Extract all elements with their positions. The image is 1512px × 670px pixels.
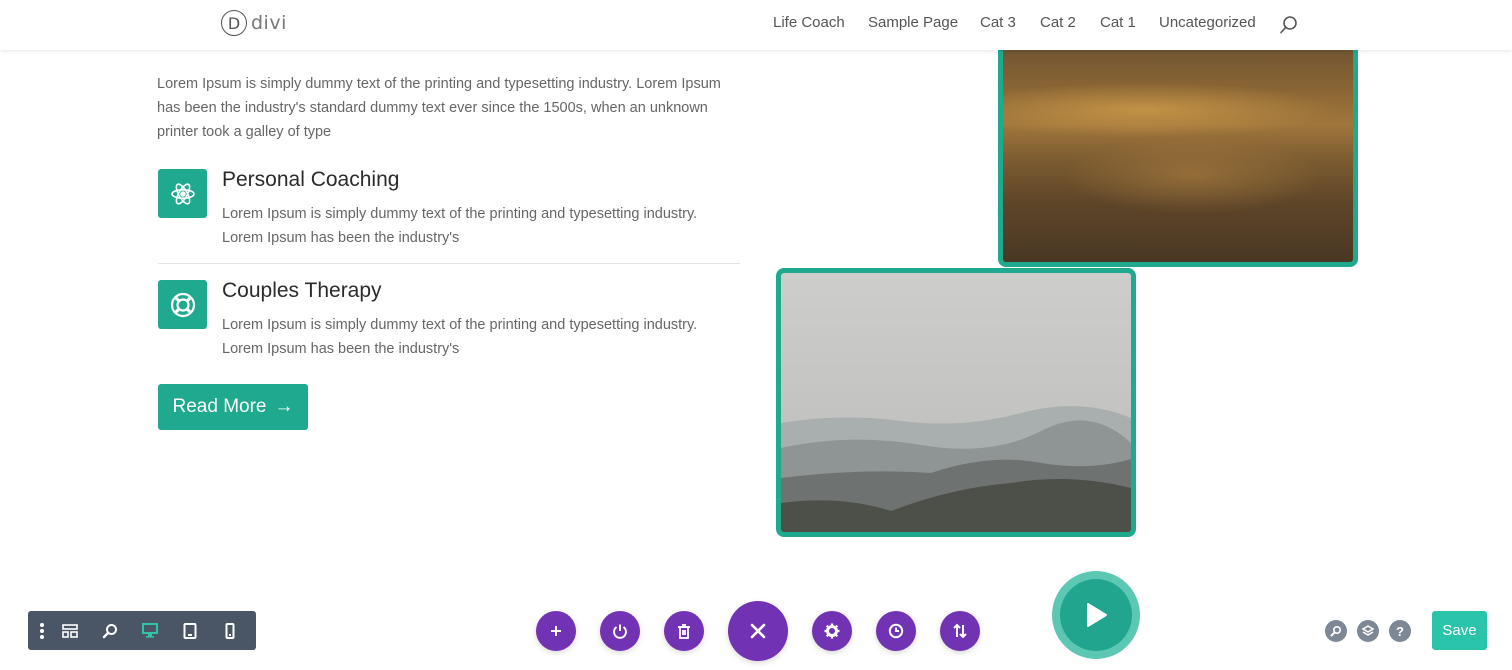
site-header: D divi Life Coach Sample Page Cat 3 Cat … bbox=[0, 0, 1512, 50]
intro-paragraph: Lorem Ipsum is simply dummy text of the … bbox=[157, 76, 721, 140]
atom-icon bbox=[158, 169, 207, 218]
close-icon[interactable] bbox=[728, 601, 788, 661]
nav-item-uncategorized[interactable]: Uncategorized bbox=[1159, 14, 1256, 31]
read-more-label: Read More bbox=[172, 396, 267, 417]
zoom-icon[interactable] bbox=[90, 611, 130, 650]
tablet-icon[interactable] bbox=[170, 611, 210, 650]
builder-view-toolbar bbox=[28, 611, 256, 650]
nav-item-cat-3[interactable]: Cat 3 bbox=[980, 14, 1016, 31]
nav-item-sample-page[interactable]: Sample Page bbox=[868, 14, 958, 31]
power-icon[interactable] bbox=[600, 611, 640, 651]
phone-icon[interactable] bbox=[210, 611, 250, 650]
history-icon[interactable] bbox=[876, 611, 916, 651]
nav-item-life-coach[interactable]: Life Coach bbox=[773, 14, 845, 31]
add-icon[interactable] bbox=[536, 611, 576, 651]
photo-highlight bbox=[1063, 135, 1323, 215]
save-button[interactable]: Save bbox=[1432, 611, 1487, 650]
feature-text: Lorem Ipsum is simply dummy text of the … bbox=[222, 206, 698, 246]
logo-mark: D bbox=[221, 10, 247, 36]
preview-button[interactable] bbox=[1052, 571, 1140, 659]
feature-divider bbox=[158, 263, 740, 264]
feature-title: Personal Coaching bbox=[222, 168, 400, 191]
feature-text: Lorem Ipsum is simply dummy text of the … bbox=[222, 317, 698, 357]
photo-highlight bbox=[1003, 80, 1353, 140]
help-icon[interactable]: ? bbox=[1389, 620, 1411, 642]
desktop-icon[interactable] bbox=[130, 611, 170, 650]
site-logo[interactable]: D divi bbox=[221, 10, 287, 36]
photo-golden-ground bbox=[998, 40, 1358, 267]
settings-icon[interactable] bbox=[812, 611, 852, 651]
play-icon bbox=[1060, 579, 1132, 651]
feature-title: Couples Therapy bbox=[222, 279, 382, 302]
kebab-menu-icon[interactable] bbox=[34, 611, 50, 650]
lifebuoy-icon bbox=[158, 280, 207, 329]
layers-icon[interactable] bbox=[1357, 620, 1379, 642]
trash-icon[interactable] bbox=[664, 611, 704, 651]
logo-text: divi bbox=[251, 12, 287, 34]
nav-item-cat-1[interactable]: Cat 1 bbox=[1100, 14, 1136, 31]
search-icon[interactable] bbox=[1325, 620, 1347, 642]
read-more-button[interactable]: Read More → bbox=[158, 384, 308, 430]
wireframe-icon[interactable] bbox=[50, 611, 90, 650]
photo-misty-mountains bbox=[776, 268, 1136, 537]
arrow-right-icon: → bbox=[274, 396, 294, 417]
sort-icon[interactable] bbox=[940, 611, 980, 651]
search-icon[interactable] bbox=[1279, 15, 1299, 35]
nav-item-cat-2[interactable]: Cat 2 bbox=[1040, 14, 1076, 31]
